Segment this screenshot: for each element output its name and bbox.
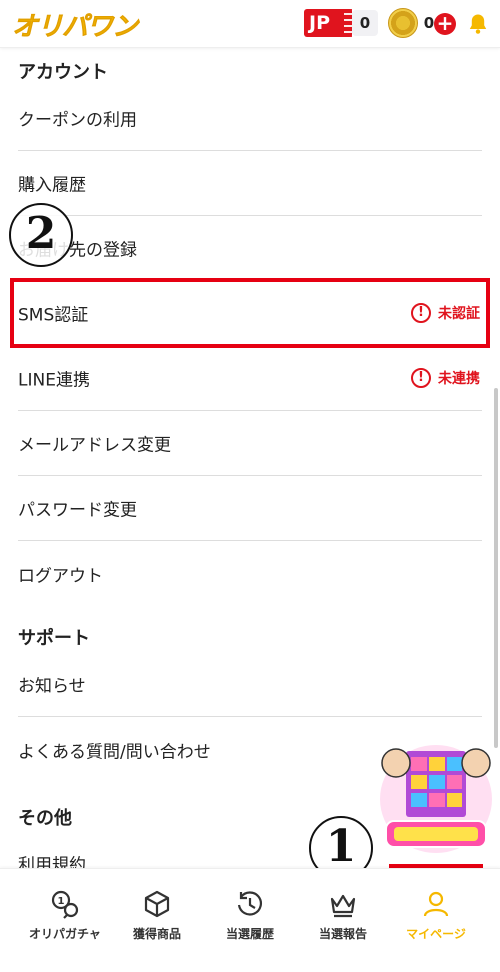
coin-icon <box>388 8 418 38</box>
menu-item-change-email[interactable]: メールアドレス変更 <box>18 411 482 476</box>
alert-icon: ! <box>411 368 431 388</box>
menu-item-label: 購入履歴 <box>18 175 86 196</box>
menu-item-label: クーポンの利用 <box>18 110 137 131</box>
jp-count: 0 <box>352 10 378 36</box>
menu-item-purchase-history[interactable]: 購入履歴 <box>18 151 482 216</box>
menu-item-shipping-address[interactable]: お届け先の登録 <box>18 216 482 281</box>
menu-item-label: お知らせ <box>18 676 86 697</box>
nav-tab-mypage[interactable]: マイページ <box>389 883 483 953</box>
nav-tab-acquired-items[interactable]: 獲得商品 <box>110 883 204 953</box>
menu-item-label: 利用規約 <box>18 855 86 868</box>
history-icon <box>237 891 262 916</box>
section-title-support: サポート <box>18 628 90 649</box>
bottom-navigation: 1 オリパガチャ 獲得商品 当選履歴 当選報告 マイページ <box>0 868 500 972</box>
nav-label: オリパガチャ <box>29 927 101 941</box>
svg-text:1: 1 <box>58 896 65 907</box>
menu-item-logout[interactable]: ログアウト <box>18 541 482 606</box>
app-header: オリパワン JP 0 0 + <box>0 0 500 48</box>
user-icon <box>423 891 449 917</box>
menu-item-line-link[interactable]: LINE連携 ! 未連携 <box>18 346 482 411</box>
nav-tab-win-reports[interactable]: 当選報告 <box>296 883 390 953</box>
nav-tab-win-history[interactable]: 当選履歴 <box>203 883 297 953</box>
menu-item-coupon[interactable]: クーポンの利用 <box>18 86 482 151</box>
nav-label: 当選履歴 <box>225 927 274 941</box>
status-text: 未連携 <box>438 371 480 387</box>
nav-label: 獲得商品 <box>132 927 181 941</box>
section-title-other: その他 <box>18 808 72 829</box>
menu-item-change-password[interactable]: パスワード変更 <box>18 476 482 541</box>
status-badge-unlinked: ! 未連携 <box>411 368 480 388</box>
section-title-account: アカウント <box>18 62 108 83</box>
annotation-step-2: 2 <box>9 203 73 267</box>
nav-label: 当選報告 <box>318 927 367 941</box>
menu-item-label: ログアウト <box>18 566 103 586</box>
menu-item-label: よくある質問/問い合わせ <box>18 742 211 762</box>
menu-item-label: パスワード変更 <box>18 500 137 521</box>
menu-item-label: メールアドレス変更 <box>18 435 171 456</box>
bell-icon[interactable] <box>466 12 490 36</box>
menu-item-label: LINE連携 <box>18 370 90 391</box>
promo-banner-image[interactable] <box>378 737 494 855</box>
jp-badge[interactable]: JP <box>304 9 352 37</box>
add-coin-button[interactable]: + <box>434 13 456 35</box>
highlight-sms-verification <box>10 278 490 348</box>
gacha-icon: 1 <box>51 890 79 919</box>
nav-tab-oripa-gacha[interactable]: 1 オリパガチャ <box>18 883 112 953</box>
nav-label: マイページ <box>406 927 466 941</box>
menu-item-news[interactable]: お知らせ <box>18 652 482 717</box>
app-logo[interactable]: オリパワン <box>12 6 139 43</box>
box-icon <box>144 890 170 918</box>
scrollbar[interactable] <box>494 388 498 748</box>
crown-icon <box>330 894 356 918</box>
